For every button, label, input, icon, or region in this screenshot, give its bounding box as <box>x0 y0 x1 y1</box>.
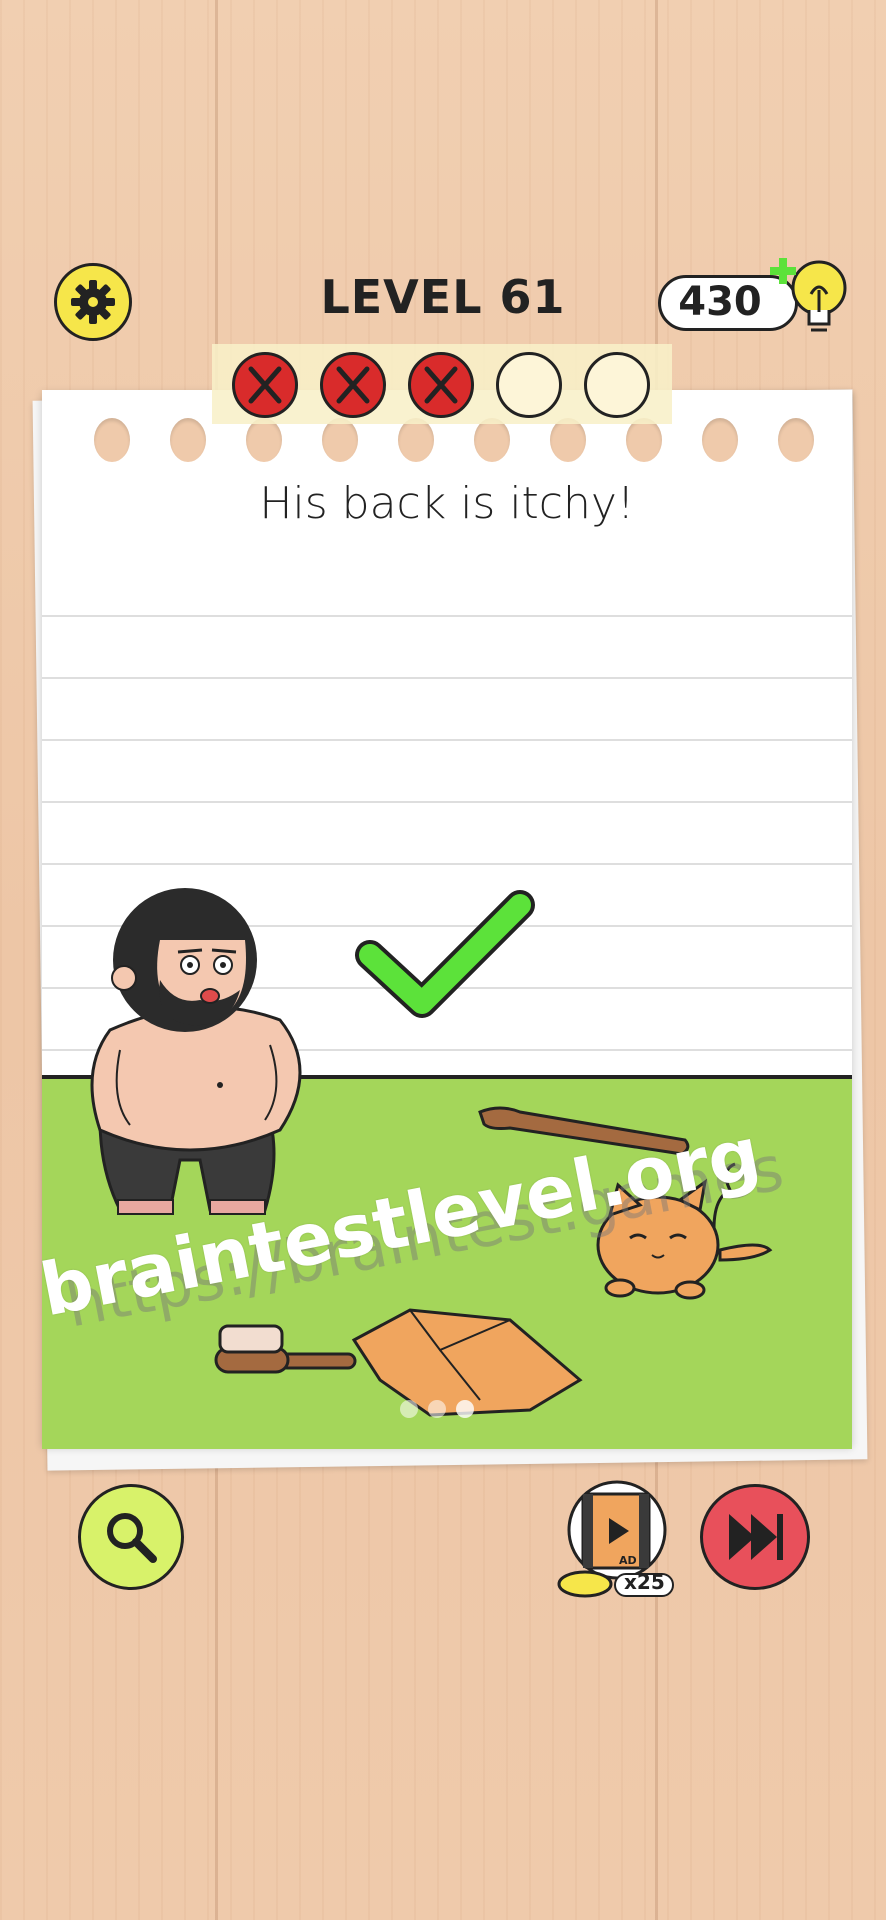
attempt-failed <box>408 352 474 418</box>
x-icon <box>424 366 458 404</box>
page-dot-active <box>456 1400 474 1418</box>
level-title: LEVEL 61 <box>320 270 566 324</box>
page-dot <box>400 1400 418 1418</box>
ad-label: AD <box>619 1554 637 1567</box>
fast-forward-icon <box>729 1514 783 1560</box>
x-icon <box>248 366 282 404</box>
page-dot <box>428 1400 446 1418</box>
paper-hole <box>778 418 814 462</box>
paper-hole <box>626 418 662 462</box>
lightbulb-plus-icon[interactable] <box>765 250 857 342</box>
bearded-man-character[interactable] <box>80 870 330 1230</box>
x-icon <box>336 366 370 404</box>
back-brush-item[interactable] <box>210 1320 360 1380</box>
attempt-remaining <box>496 352 562 418</box>
checkmark-icon <box>355 890 535 1018</box>
ad-reward-count: x25 <box>624 1570 665 1594</box>
attempt-failed <box>320 352 386 418</box>
paper-hole <box>398 418 434 462</box>
gear-icon <box>71 280 115 324</box>
hint-button[interactable] <box>78 1484 184 1590</box>
paper-hole <box>246 418 282 462</box>
page-indicator <box>400 1400 490 1420</box>
attempt-failed <box>232 352 298 418</box>
attempt-remaining <box>584 352 650 418</box>
puzzle-question: His back is itchy! <box>259 478 635 529</box>
paper-hole <box>474 418 510 462</box>
paper-hole <box>94 418 130 462</box>
film-play-icon: AD <box>581 1492 651 1570</box>
hint-points-value: 430 <box>678 279 762 325</box>
paper-hole <box>550 418 586 462</box>
settings-button[interactable] <box>54 263 132 341</box>
magnifier-icon <box>107 1513 157 1563</box>
paper-hole <box>170 418 206 462</box>
skip-level-button[interactable] <box>700 1484 810 1590</box>
paper-hole <box>322 418 358 462</box>
paper-hole <box>702 418 738 462</box>
